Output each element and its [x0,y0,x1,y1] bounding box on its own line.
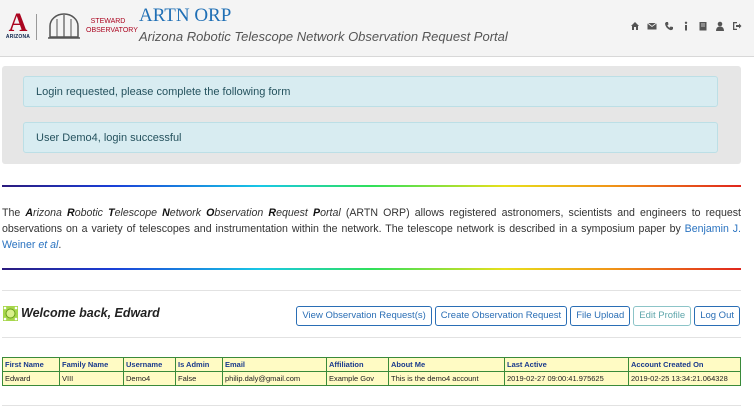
alert-panel: Login requested, please complete the fol… [2,66,741,164]
university-of-arizona-logo[interactable]: A ARIZONA [5,8,31,41]
welcome-badge-icon [3,306,18,321]
user-icon[interactable] [715,21,725,31]
column-header: Affiliation [326,357,389,372]
column-header: Account Created On [628,357,741,372]
portal-name: Arizona Robotic Telescope Network Observ… [25,207,341,219]
create-observation-request-button[interactable]: Create Observation Request [434,306,568,326]
phone-icon[interactable] [664,21,674,31]
log-out-button[interactable]: Log Out [694,306,740,326]
column-header: Family Name [59,357,124,372]
column-header: Last Active [504,357,629,372]
rainbow-divider-top [2,185,741,187]
table-divider [2,337,741,338]
login-requested-alert: Login requested, please complete the fol… [23,76,718,107]
book-icon[interactable] [698,21,708,31]
sign-out-icon[interactable] [732,21,742,31]
affiliation-cell: Example Gov [326,371,389,386]
app-subtitle: Arizona Robotic Telescope Network Observ… [139,29,508,44]
email-cell: philip.daly@gmail.com [222,371,327,386]
table-row: Edward VIII Demo4 False philip.daly@gmai… [2,371,741,386]
column-header: About Me [388,357,505,372]
edit-profile-button[interactable]: Edit Profile [633,306,692,326]
account-created-cell: 2019-02-25 13:34:21.064328 [628,371,741,386]
info-icon[interactable] [681,21,691,31]
ua-wordmark: ARIZONA [5,34,31,40]
intro-prefix: The [2,207,26,219]
rainbow-divider-bottom [2,268,741,270]
view-observation-requests-button[interactable]: View Observation Request(s) [296,306,432,326]
header-nav-icons [630,19,742,33]
first-name-cell: Edward [2,371,60,386]
ua-letter: A [8,8,28,37]
table-header-row: First Name Family Name Username Is Admin… [2,357,741,372]
steward-observatory-logo[interactable]: STEWARD OBSERVATORY [86,17,138,35]
family-name-cell: VIII [59,371,124,386]
section-divider [2,290,741,291]
app-title[interactable]: ARTN ORP [139,5,231,27]
username-cell: Demo4 [123,371,176,386]
home-icon[interactable] [630,21,640,31]
observatory-line2: OBSERVATORY [86,27,138,34]
site-header: A ARIZONA STEWARD OBSERVATORY ARTN ORP A… [0,0,754,57]
intro-paragraph: The Arizona Robotic Telescope Network Ob… [2,205,741,253]
intro-end: . [58,239,62,251]
envelope-icon[interactable] [647,21,657,31]
last-active-cell: 2019-02-27 09:00:41.975625 [504,371,629,386]
user-profile-table: First Name Family Name Username Is Admin… [2,357,741,386]
about-me-cell: This is the demo4 account [388,371,505,386]
account-actions: View Observation Request(s) Create Obser… [296,306,740,326]
file-upload-button[interactable]: File Upload [570,306,631,326]
is-admin-cell: False [175,371,223,386]
logo-divider [36,14,37,40]
login-success-alert: User Demo4, login successful [23,122,718,153]
footer-divider [2,405,741,406]
column-header: First Name [2,357,60,372]
column-header: Is Admin [175,357,223,372]
welcome-message: Welcome back, Edward [21,306,160,320]
observatory-line1: STEWARD [90,18,126,25]
column-header: Username [123,357,176,372]
column-header: Email [222,357,327,372]
observatory-dome-icon[interactable] [47,11,81,41]
